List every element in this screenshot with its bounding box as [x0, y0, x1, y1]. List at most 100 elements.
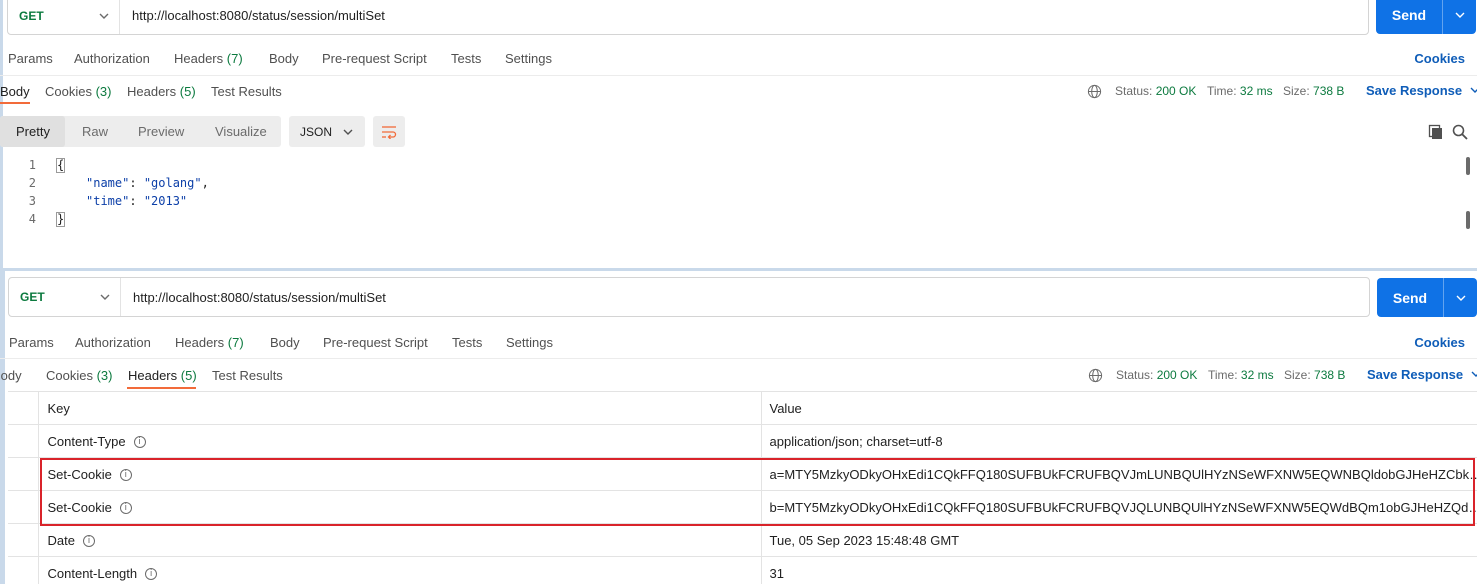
- time-value: 32 ms: [1240, 368, 1274, 382]
- method-label: GET: [19, 8, 44, 23]
- save-response-button[interactable]: Save Response: [1367, 367, 1477, 382]
- json-key: "name": [86, 176, 130, 190]
- chevron-down-icon: [1470, 87, 1477, 93]
- response-headers-table: Key Value Content-Type i application/json…: [8, 391, 1477, 584]
- status-label: Status:: [1116, 368, 1154, 382]
- table-row: Set-Cookie i a=MTY5MzkyODkyOHxEdi1CQkFFQ1…: [8, 457, 1477, 491]
- status-value: 200 OK: [1155, 84, 1197, 98]
- chevron-down-icon: [1471, 371, 1477, 377]
- wrap-lines-icon: [382, 125, 397, 139]
- tab-response-headers[interactable]: Headers (5): [127, 84, 196, 99]
- time-readout: Time: 32 ms: [1207, 84, 1273, 98]
- request-panel-2: GET http://localhost:8080/status/session…: [0, 268, 1477, 584]
- tab-headers-count: (7): [226, 50, 243, 66]
- json-key: "time": [86, 194, 130, 208]
- tab-response-cookies[interactable]: Cookies (3): [46, 368, 112, 383]
- format-toggle-group: Pretty Raw Preview Visualize: [0, 116, 281, 147]
- code-line: 2 "name": "golang",: [0, 176, 600, 194]
- globe-icon[interactable]: [1087, 84, 1102, 99]
- info-icon[interactable]: i: [119, 469, 132, 482]
- save-response-label: Save Response: [1366, 83, 1463, 98]
- tab-response-body[interactable]: Body: [0, 368, 22, 383]
- info-icon[interactable]: i: [145, 568, 158, 581]
- send-dropdown[interactable]: [1444, 293, 1477, 303]
- tab-pre-request-script[interactable]: Pre-request Script: [323, 335, 428, 350]
- request-tabs: Params Authorization Headers (7) Body Pr…: [0, 44, 1477, 72]
- send-dropdown[interactable]: [1443, 10, 1476, 20]
- header-value: 31: [761, 556, 1477, 584]
- tab-params[interactable]: Params: [8, 51, 53, 66]
- table-gutter: [8, 391, 39, 425]
- tab-settings[interactable]: Settings: [506, 335, 553, 350]
- scrollbar-thumb[interactable]: [1466, 157, 1470, 175]
- chevron-down-icon: [99, 13, 109, 19]
- method-select[interactable]: GET: [9, 278, 121, 316]
- tab-test-results[interactable]: Test Results: [211, 84, 282, 99]
- time-label: Time:: [1208, 368, 1238, 382]
- header-key: Set-Cookie i: [38, 457, 762, 491]
- cookies-link[interactable]: Cookies: [1414, 335, 1465, 350]
- time-value: 32 ms: [1239, 84, 1273, 98]
- send-button[interactable]: Send: [1376, 0, 1476, 34]
- globe-icon[interactable]: [1088, 368, 1103, 383]
- tab-response-headers[interactable]: Headers (5): [128, 368, 197, 383]
- line-number: 4: [28, 212, 36, 226]
- header-key-text: Date: [47, 532, 75, 548]
- json-format-select[interactable]: JSON: [289, 116, 365, 147]
- format-preview[interactable]: Preview: [138, 124, 184, 139]
- url-input[interactable]: http://localhost:8080/status/session/mul…: [132, 0, 385, 34]
- wrap-lines-button[interactable]: [373, 116, 405, 147]
- tab-cookies-count: (3): [95, 84, 112, 99]
- tab-authorization[interactable]: Authorization: [74, 51, 150, 66]
- tab-body[interactable]: Body: [269, 51, 299, 66]
- tab-tests[interactable]: Tests: [451, 51, 481, 66]
- scrollbar-thumb[interactable]: [1466, 211, 1470, 229]
- copy-icon[interactable]: [1427, 123, 1445, 141]
- code-line: 1 {: [0, 158, 600, 176]
- size-readout: Size: 738 B: [1283, 84, 1344, 98]
- tab-authorization[interactable]: Authorization: [75, 335, 151, 350]
- tab-response-body[interactable]: Body: [0, 84, 30, 99]
- status-readout: Status: 200 OK: [1116, 368, 1197, 382]
- send-label: Send: [1391, 7, 1427, 23]
- time-readout: Time: 32 ms: [1208, 368, 1274, 382]
- tab-headers[interactable]: Headers (7): [174, 51, 243, 66]
- tab-test-results[interactable]: Test Results: [212, 368, 283, 383]
- format-visualize[interactable]: Visualize: [215, 124, 267, 139]
- code-text: {: [56, 158, 66, 173]
- send-button[interactable]: Send: [1377, 278, 1477, 317]
- search-icon[interactable]: [1451, 123, 1469, 141]
- json-string: "golang": [143, 176, 202, 190]
- active-tab-underline: [127, 387, 196, 389]
- tab-headers-label: Headers: [174, 50, 224, 66]
- table-row: Content-Type i application/json; charset=…: [8, 424, 1477, 458]
- tab-cookies-count: (3): [96, 368, 113, 383]
- tab-tests[interactable]: Tests: [452, 335, 482, 350]
- info-icon[interactable]: i: [82, 535, 95, 548]
- format-pretty[interactable]: Pretty: [16, 124, 50, 139]
- info-icon[interactable]: i: [133, 436, 146, 449]
- header-value: b=MTY5MzkyODkyOHxEdi1CQkFFQ180SUFBUkFCRU…: [761, 490, 1477, 524]
- url-input[interactable]: http://localhost:8080/status/session/mul…: [133, 278, 386, 316]
- cookies-link[interactable]: Cookies: [1414, 51, 1465, 66]
- header-key-text: Set-Cookie: [47, 499, 112, 515]
- method-select[interactable]: GET: [8, 0, 120, 34]
- info-icon[interactable]: i: [119, 502, 132, 515]
- save-response-button[interactable]: Save Response: [1366, 83, 1477, 98]
- header-key: Date i: [38, 523, 762, 557]
- column-header-value: Value: [761, 391, 1477, 425]
- tab-params[interactable]: Params: [9, 335, 54, 350]
- tab-pre-request-script[interactable]: Pre-request Script: [322, 51, 427, 66]
- size-label: Size:: [1283, 84, 1310, 98]
- tab-headers[interactable]: Headers (7): [175, 335, 244, 350]
- tab-response-cookies[interactable]: Cookies (3): [45, 84, 111, 99]
- line-number: 2: [28, 176, 36, 190]
- response-tabs: Body Cookies (3) Headers (5) Test Result…: [0, 361, 1477, 391]
- tab-body[interactable]: Body: [270, 335, 300, 350]
- brace-close: }: [56, 212, 66, 227]
- format-raw[interactable]: Raw: [82, 124, 108, 139]
- brace-open: {: [56, 158, 66, 173]
- table-gutter: [8, 556, 39, 584]
- tab-settings[interactable]: Settings: [505, 51, 552, 66]
- header-value: Tue, 05 Sep 2023 15:48:48 GMT: [761, 523, 1477, 557]
